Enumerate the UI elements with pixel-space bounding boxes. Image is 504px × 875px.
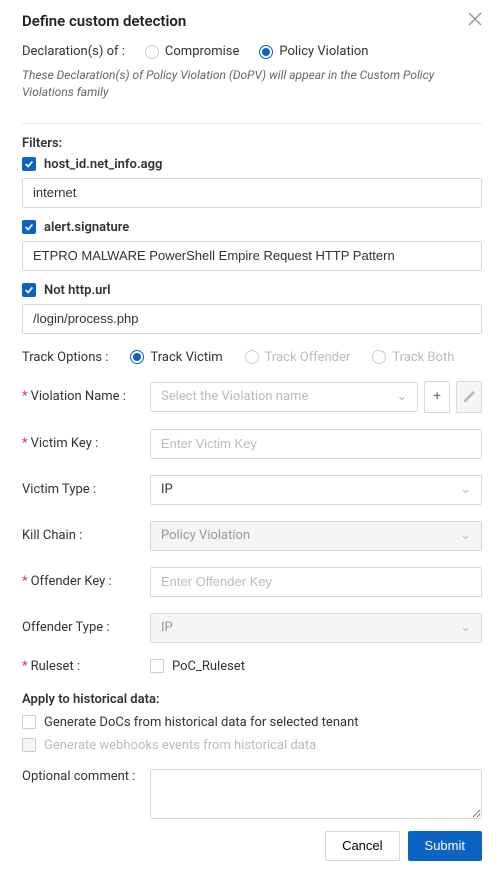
radio-compromise[interactable]: Compromise — [145, 44, 239, 59]
radio-track-both[interactable]: Track Both — [372, 350, 454, 365]
track-options-label: Track Options : — [22, 350, 108, 365]
radio-track-victim[interactable]: Track Victim — [130, 350, 222, 365]
filter-host-id: host_id.net_info.agg — [22, 157, 482, 208]
historical-label: Apply to historical data: — [22, 692, 482, 707]
ruleset-label: *Ruleset : — [22, 659, 142, 674]
kill-chain-label: Kill Chain : — [22, 528, 142, 543]
victim-key-input[interactable] — [150, 429, 482, 459]
chevron-down-icon: ⌄ — [460, 482, 471, 497]
victim-key-label: *Victim Key : — [22, 436, 142, 451]
edit-violation-button[interactable] — [456, 381, 482, 413]
offender-type-label: Offender Type : — [22, 620, 142, 635]
custom-detection-modal: Define custom detection Declaration(s) o… — [0, 0, 504, 871]
chevron-down-icon: ⌄ — [460, 528, 471, 543]
declarations-hint: These Declaration(s) of Policy Violation… — [22, 67, 482, 101]
add-violation-button[interactable]: + — [424, 381, 450, 413]
radio-policy-violation[interactable]: Policy Violation — [259, 44, 368, 59]
radio-icon — [372, 350, 386, 364]
divider — [22, 123, 482, 124]
filter-value-input[interactable] — [22, 304, 482, 334]
pencil-icon — [462, 390, 476, 404]
generate-docs-label: Generate DoCs from historical data for s… — [44, 715, 359, 730]
filter-name: host_id.net_info.agg — [44, 157, 162, 172]
offender-key-label: *Offender Key : — [22, 574, 142, 589]
comment-textarea[interactable] — [150, 769, 482, 819]
radio-icon — [130, 350, 144, 364]
victim-type-label: Victim Type : — [22, 482, 142, 497]
submit-button[interactable]: Submit — [408, 831, 482, 861]
filter-name: alert.signature — [44, 220, 129, 235]
filter-not-http-url: Not http.url — [22, 283, 482, 334]
declarations-label: Declaration(s) of : — [22, 44, 125, 59]
victim-type-select[interactable]: IP ⌄ — [150, 475, 482, 505]
offender-type-select: IP ⌄ — [150, 613, 482, 643]
kill-chain-select: Policy Violation ⌄ — [150, 521, 482, 551]
filter-name: Not http.url — [44, 283, 110, 298]
violation-name-select[interactable]: Select the Violation name ⌄ — [150, 382, 418, 412]
close-icon[interactable] — [468, 12, 482, 30]
radio-icon — [259, 45, 273, 59]
ruleset-option: PoC_Ruleset — [172, 659, 245, 674]
modal-title: Define custom detection — [22, 12, 186, 30]
radio-icon — [145, 45, 159, 59]
radio-icon — [245, 350, 259, 364]
cancel-button[interactable]: Cancel — [325, 831, 399, 861]
violation-name-label: *Violation Name : — [22, 389, 142, 404]
chevron-down-icon: ⌄ — [396, 389, 407, 404]
filters-label: Filters: — [22, 136, 482, 151]
generate-docs-checkbox[interactable] — [22, 715, 36, 729]
chevron-down-icon: ⌄ — [460, 620, 471, 635]
comment-label: Optional comment : — [22, 769, 142, 784]
offender-key-input[interactable] — [150, 567, 482, 597]
filter-checkbox[interactable] — [22, 157, 36, 171]
generate-webhooks-checkbox — [22, 738, 36, 752]
radio-track-offender[interactable]: Track Offender — [245, 350, 351, 365]
filter-value-input[interactable] — [22, 241, 482, 271]
filter-checkbox[interactable] — [22, 220, 36, 234]
ruleset-checkbox[interactable] — [150, 659, 164, 673]
generate-webhooks-label: Generate webhooks events from historical… — [44, 738, 316, 753]
filter-alert-signature: alert.signature — [22, 220, 482, 271]
filter-value-input[interactable] — [22, 178, 482, 208]
filter-checkbox[interactable] — [22, 283, 36, 297]
